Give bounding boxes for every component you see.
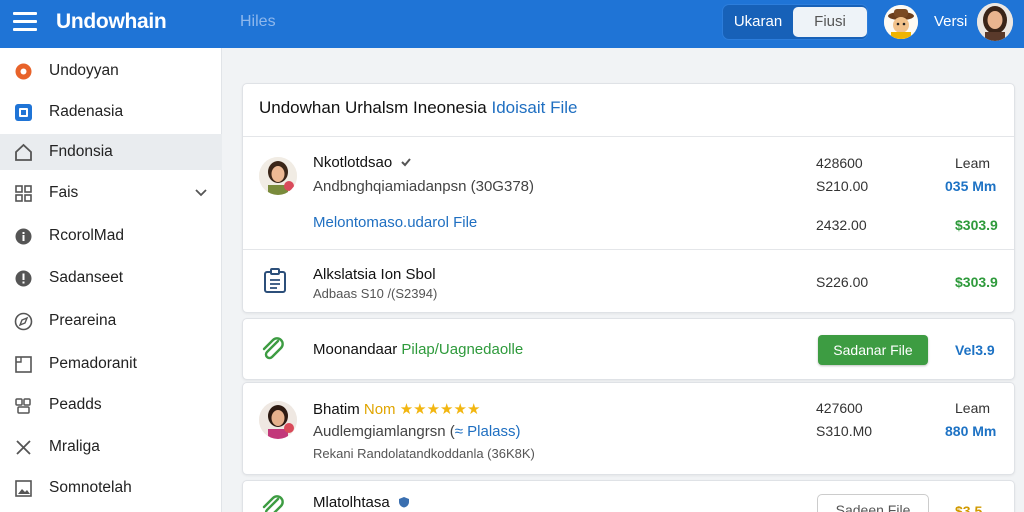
sidebar: Undoyyan Radenasia Fndonsia Fais RcorolM… — [0, 48, 222, 512]
save-file-button[interactable]: Sadanar File — [818, 335, 928, 365]
entry-description-link[interactable]: ≈ Plalass) — [455, 423, 521, 440]
divider — [243, 249, 1014, 250]
shield-icon — [398, 497, 409, 508]
action-link[interactable]: Pilap/Uagnedaolle — [401, 341, 523, 358]
entry-file-link[interactable]: Melontomaso.udarol File — [313, 214, 477, 231]
paperclip-icon — [262, 495, 284, 512]
file-card: Mlatolhtasa Sadeen File $3.5 — [242, 480, 1015, 512]
entry-subtitle: Rekani Randolatandkoddanla (36K8K) — [313, 446, 535, 461]
sidebar-item-peadds[interactable]: Peadds — [0, 387, 222, 423]
user-avatar[interactable] — [977, 3, 1013, 41]
rating-stars: ★★★★★★ — [399, 401, 481, 418]
close-icon — [16, 440, 31, 455]
header-button-group: Ukaran Fiusi — [722, 4, 868, 40]
card-title-text: Undowhan Urhalsm Ineonesia — [259, 98, 487, 117]
entry-description-text: Audlemgiamlangrsn ( — [313, 423, 455, 440]
entry-name: Nkotlotdsao — [313, 154, 412, 171]
sidebar-item-pemadoranit[interactable]: Pemadoranit — [0, 346, 222, 382]
entry-number: 427600 — [816, 400, 863, 416]
file-card: Undowhan Urhalsm Ineonesia Idoisait File… — [242, 83, 1015, 313]
entry-size: 035 Mm — [945, 178, 997, 194]
hamburger-menu-icon[interactable] — [13, 12, 37, 34]
entry-amount: S210.00 — [816, 178, 869, 194]
sidebar-item-rcorolmad[interactable]: RcorolMad — [0, 218, 222, 254]
entry-subtitle: Adbaas S10 /(S2394) — [313, 286, 438, 301]
divider — [243, 136, 1014, 137]
entry-amount: S226.00 — [816, 274, 869, 290]
info-icon — [15, 228, 32, 245]
save-file-button[interactable]: Sadeen File — [817, 494, 929, 512]
app-title[interactable]: Undowhain — [56, 10, 167, 34]
verified-icon — [401, 158, 412, 167]
entry-description: Audlemgiamlangrsn (≈ Plalass) — [313, 423, 520, 440]
group-icon — [15, 398, 31, 414]
sidebar-item-label: RcorolMad — [49, 227, 124, 244]
top-bar: Undowhain Hiles Ukaran Fiusi Versi — [0, 0, 1024, 48]
entry-price: $303.9 — [955, 217, 998, 233]
entry-description: Andbnghqiamiadanpsn (30G378) — [313, 178, 534, 195]
hat-avatar-icon[interactable] — [884, 5, 918, 39]
home-icon — [15, 143, 32, 161]
circle-dot-icon — [15, 63, 32, 80]
sidebar-item-radenasia[interactable]: Radenasia — [0, 94, 222, 130]
review-header: Bhatim Nom ★★★★★★ — [313, 400, 480, 418]
grid-icon — [15, 185, 32, 202]
entry-amount: S310.M0 — [816, 423, 873, 439]
entry-name: Bhatim — [313, 401, 360, 418]
sidebar-item-label: Preareina — [49, 312, 117, 329]
column-label: Leam — [955, 155, 991, 171]
alert-icon — [15, 270, 32, 287]
square-icon — [15, 104, 32, 121]
paperclip-icon — [262, 337, 284, 360]
entry-size: 880 Mm — [945, 423, 997, 439]
sidebar-item-label: Pemadoranit — [49, 355, 137, 372]
action-card: Moonandaar Pilap/Uagnedaolle Sadanar Fil… — [242, 318, 1015, 380]
entry-price: $303.9 — [955, 274, 998, 290]
entry-amount-secondary: 2432.00 — [816, 217, 867, 233]
sidebar-item-undoyyan[interactable]: Undoyyan — [0, 53, 222, 89]
entry-name: Alkslatsia Ion Sbol — [313, 266, 436, 283]
ukaran-button[interactable]: Ukaran — [723, 5, 793, 39]
entry-avatar — [259, 157, 297, 195]
fiusi-button[interactable]: Fiusi — [793, 7, 867, 37]
chevron-down-icon[interactable] — [192, 183, 210, 201]
sidebar-item-label: Sadanseet — [49, 269, 124, 286]
entry-name-text: Nkotlotdsao — [313, 154, 393, 171]
sidebar-item-label: Mraliga — [49, 438, 100, 455]
card-title-link[interactable]: Idoisait File — [491, 98, 577, 117]
sidebar-item-preareina[interactable]: Preareina — [0, 303, 222, 339]
user-name[interactable]: Versi — [934, 13, 967, 30]
sidebar-item-fais[interactable]: Fais — [0, 175, 222, 211]
entry-avatar — [259, 401, 297, 439]
action-value: Vel3.9 — [955, 342, 995, 358]
image-icon — [15, 480, 32, 497]
sidebar-item-label: Peadds — [49, 396, 102, 413]
entry-name: Mlatolhtasa — [313, 494, 390, 511]
header-breadcrumb[interactable]: Hiles — [240, 13, 276, 31]
entry-name-row: Mlatolhtasa — [313, 494, 410, 511]
sidebar-item-mraliga[interactable]: Mraliga — [0, 429, 222, 465]
frame-icon — [15, 356, 32, 373]
sidebar-item-sadanseet[interactable]: Sadanseet — [0, 260, 222, 296]
entry-badge: Nom — [363, 401, 396, 418]
sidebar-item-somnotelah[interactable]: Somnotelah — [0, 470, 222, 506]
sidebar-item-label: Undoyyan — [49, 62, 119, 79]
review-card: Bhatim Nom ★★★★★★ Audlemgiamlangrsn (≈ P… — [242, 382, 1015, 475]
entry-number: 428600 — [816, 155, 863, 171]
sidebar-item-label: Radenasia — [49, 103, 124, 120]
entry-price: $3.5 — [955, 503, 983, 512]
action-name: Moonandaar — [313, 341, 398, 358]
compass-icon — [14, 312, 33, 331]
sidebar-item-label: Somnotelah — [49, 479, 132, 496]
sidebar-item-label: Fndonsia — [49, 143, 113, 160]
document-icon — [264, 268, 286, 293]
sidebar-item-label: Fais — [49, 184, 79, 201]
card-title: Undowhan Urhalsm Ineonesia Idoisait File — [259, 98, 577, 118]
action-row-text: Moonandaar Pilap/Uagnedaolle — [313, 341, 523, 358]
sidebar-item-fndonsia[interactable]: Fndonsia — [0, 134, 222, 170]
column-label: Leam — [955, 400, 991, 416]
